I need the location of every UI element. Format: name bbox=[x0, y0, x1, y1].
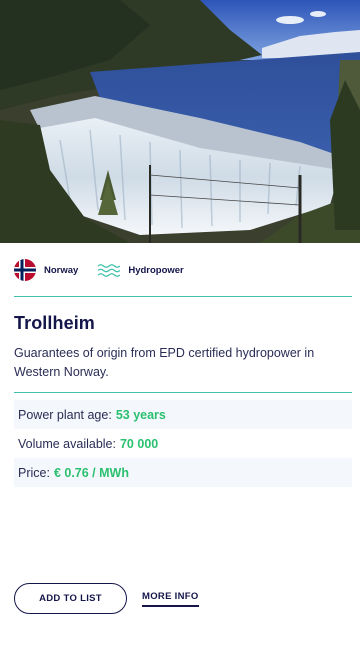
water-waves-icon bbox=[97, 264, 121, 277]
volume-label: Volume available: bbox=[18, 436, 116, 451]
add-to-list-button[interactable]: ADD TO LIST bbox=[14, 583, 127, 614]
plant-title: Trollheim bbox=[14, 313, 95, 333]
tag-row: Norway Hydropower bbox=[14, 259, 184, 281]
detail-row-age: Power plant age: 53 years bbox=[14, 400, 352, 429]
divider-top bbox=[14, 296, 352, 297]
tag-energy-type-label: Hydropower bbox=[128, 264, 184, 276]
divider-bottom bbox=[14, 392, 352, 393]
norway-flag-icon bbox=[14, 259, 36, 281]
more-info-link[interactable]: MORE INFO bbox=[142, 591, 199, 607]
price-label: Price: bbox=[18, 465, 50, 480]
tag-country: Norway bbox=[14, 259, 78, 281]
detail-row-volume: Volume available: 70 000 bbox=[14, 429, 352, 458]
hero-image bbox=[0, 0, 360, 243]
tag-energy-type: Hydropower bbox=[97, 263, 184, 277]
volume-value: 70 000 bbox=[119, 436, 159, 451]
card-actions: ADD TO LIST MORE INFO bbox=[14, 583, 199, 614]
plant-description: Guarantees of origin from EPD certified … bbox=[14, 346, 315, 379]
tag-country-label: Norway bbox=[44, 264, 79, 276]
price-value: € 0.76 / MWh bbox=[53, 465, 129, 480]
age-value: 53 years bbox=[115, 407, 166, 422]
age-label: Power plant age: bbox=[18, 407, 112, 422]
details-list: Power plant age: 53 years Volume availab… bbox=[14, 400, 352, 487]
detail-row-price: Price: € 0.76 / MWh bbox=[14, 458, 352, 487]
plant-card: Norway Hydropower Trollheim Guarantees o… bbox=[0, 0, 360, 647]
